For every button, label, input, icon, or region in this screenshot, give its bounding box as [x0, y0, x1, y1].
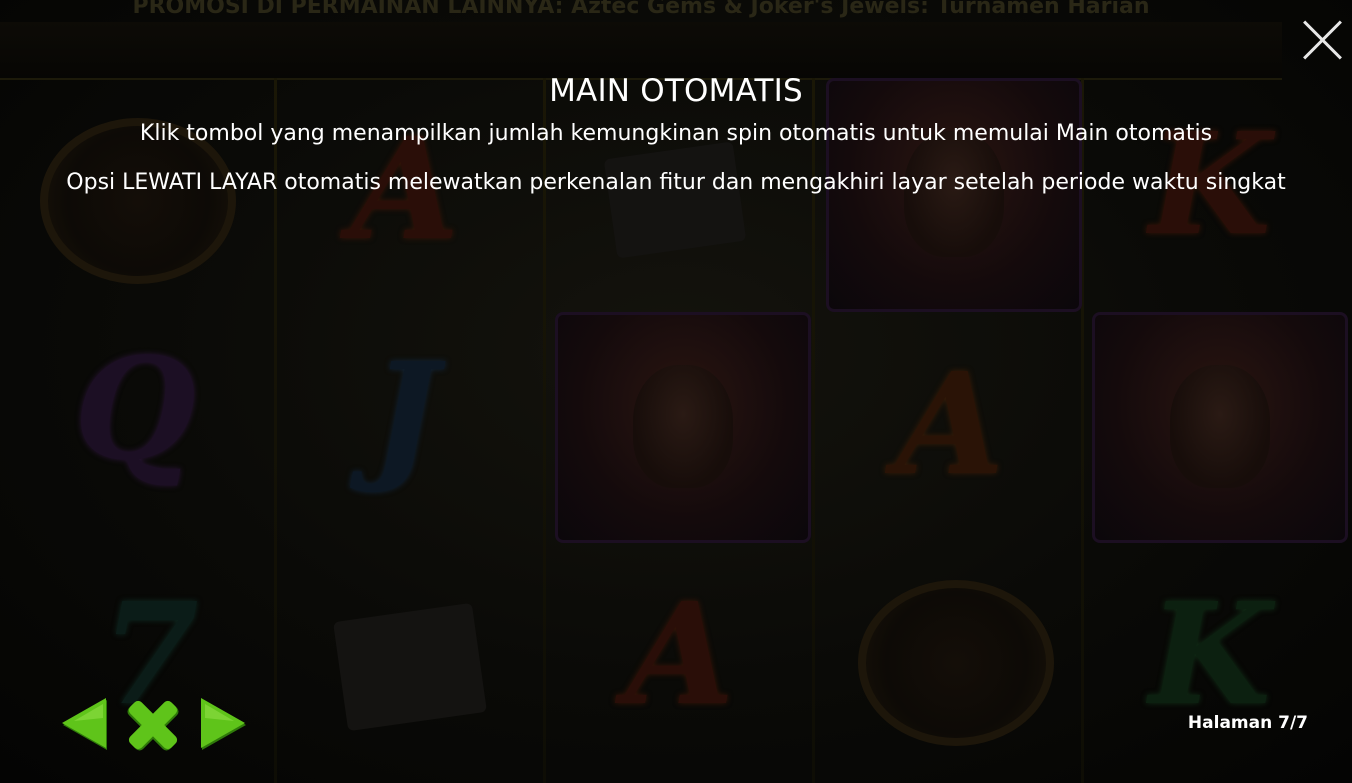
symbol-q: Q [74, 328, 196, 492]
close-paytable-button[interactable] [124, 694, 182, 754]
info-text-skip-screens: Opsi LEWATI LAYAR otomatis melewatkan pe… [66, 170, 1286, 195]
next-page-button[interactable] [198, 694, 248, 754]
roulette-wheel-symbol [858, 580, 1054, 746]
playing-cards-symbol [603, 141, 747, 259]
symbol-a: A [895, 343, 1005, 507]
symbol-j: J [371, 333, 439, 497]
woman-portrait-symbol [1092, 312, 1348, 543]
page-indicator: Halaman 7/7 [1187, 713, 1308, 733]
info-text-autoplay: Klik tombol yang menampilkan jumlah kemu… [139, 121, 1213, 146]
face-shape [1170, 364, 1270, 489]
previous-page-button[interactable] [60, 694, 110, 754]
playing-cards-symbol [333, 602, 487, 732]
page-title: MAIN OTOMATIS [549, 73, 803, 109]
paytable-overlay: PROMOSI DI PERMAINAN LAINNYA: Aztec Gems… [0, 0, 1352, 783]
face-shape [633, 364, 733, 489]
woman-portrait-symbol [555, 312, 811, 543]
game-background: PROMOSI DI PERMAINAN LAINNYA: Aztec Gems… [0, 0, 1352, 783]
promo-banner: PROMOSI DI PERMAINAN LAINNYA: Aztec Gems… [132, 0, 1150, 19]
close-paytable-icon[interactable] [1302, 20, 1342, 60]
symbol-k: K [1149, 573, 1271, 737]
triangle-right-icon [201, 698, 246, 750]
symbol-a: A [625, 573, 735, 737]
cross-icon [127, 700, 179, 751]
triangle-left-icon [62, 698, 107, 750]
paytable-navigation [60, 694, 260, 754]
